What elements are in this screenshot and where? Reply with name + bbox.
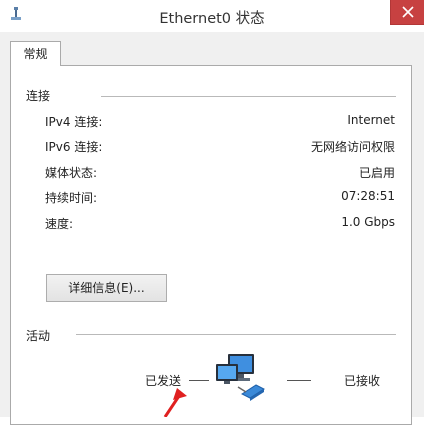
dialog-body: 常规 连接 IPv4 连接: Internet IPv6 连接: 无网络访问权限… (0, 32, 424, 425)
ipv6-value: 无网络访问权限 (310, 140, 395, 154)
speed-value: 1.0 Gbps (341, 215, 395, 229)
media-state-value: 已启用 (358, 166, 395, 180)
close-button[interactable] (390, 0, 424, 25)
window-title: Ethernet0 状态 (159, 11, 265, 27)
tab-general[interactable]: 常规 (10, 41, 61, 66)
duration-value: 07:28:51 (341, 189, 395, 203)
activity-divider (76, 334, 396, 335)
received-line (287, 380, 311, 381)
network-computers-icon (214, 352, 274, 408)
ipv6-label: IPv6 连接: (45, 140, 103, 154)
received-label: 已接收 (344, 374, 381, 388)
tab-panel-general: 连接 IPv4 连接: Internet IPv6 连接: 无网络访问权限 媒体… (10, 65, 412, 425)
connection-heading: 连接 (26, 89, 51, 103)
duration-label: 持续时间: (45, 191, 98, 205)
ipv4-value: Internet (347, 113, 395, 127)
connection-divider (101, 96, 396, 97)
activity-heading: 活动 (26, 329, 51, 343)
media-state-label: 媒体状态: (45, 166, 98, 180)
details-button[interactable]: 详细信息(E)... (46, 274, 167, 302)
ipv4-label: IPv4 连接: (45, 115, 103, 129)
close-icon (402, 6, 414, 18)
speed-label: 速度: (45, 217, 74, 231)
red-arrow-icon (163, 370, 203, 421)
title-bar: Ethernet0 状态 (0, 0, 424, 32)
